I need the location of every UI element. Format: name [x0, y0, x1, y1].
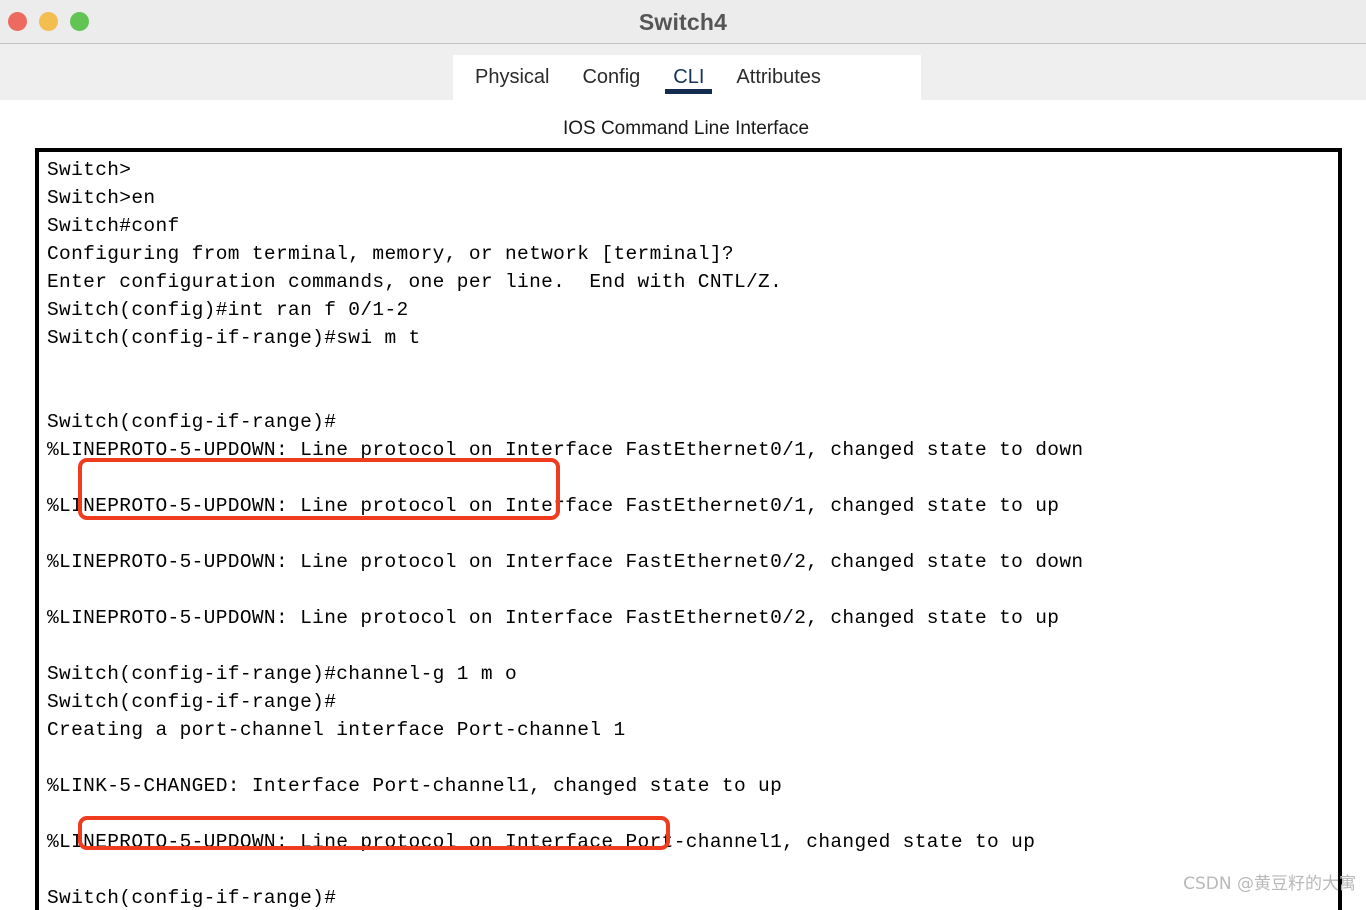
window-title: Switch4: [638, 9, 728, 35]
terminal-line: Switch(config-if-range)#: [47, 691, 337, 713]
tab-attributes[interactable]: Attributes: [736, 55, 820, 100]
terminal-line: Configuring from terminal, memory, or ne…: [47, 243, 734, 265]
watermark: CSDN @黄豆籽的大寓: [1183, 874, 1356, 894]
cli-heading: IOS Command Line Interface: [562, 118, 810, 139]
terminal-line: Switch(config)#int ran f 0/1-2: [47, 299, 409, 321]
cli-terminal[interactable]: Switch> Switch>en Switch#conf Configuring f…: [35, 148, 1342, 910]
terminal-line: %LINEPROTO-5-UPDOWN: Line protocol on In…: [47, 831, 1036, 853]
tab-bar: Physical Config CLI Attributes: [453, 55, 921, 100]
terminal-line: Switch(config-if-range)#: [47, 411, 337, 433]
terminal-line: %LINEPROTO-5-UPDOWN: Line protocol on In…: [47, 495, 1060, 517]
terminal-line: %LINK-5-CHANGED: Interface Port-channel1…: [47, 775, 783, 797]
terminal-line: Switch>: [47, 159, 132, 181]
window-titlebar: Switch4: [0, 0, 1366, 44]
terminal-line: Switch>en: [47, 187, 156, 209]
terminal-line: Switch(config-if-range)#swi m t: [47, 327, 421, 349]
terminal-line: Enter configuration commands, one per li…: [47, 271, 783, 293]
tab-cli[interactable]: CLI: [665, 55, 713, 100]
terminal-line: Creating a port-channel interface Port-c…: [47, 719, 626, 741]
terminal-line: Switch(config-if-range)#: [47, 887, 337, 909]
tab-physical[interactable]: Physical: [475, 55, 549, 100]
terminal-line: %LINEPROTO-5-UPDOWN: Line protocol on In…: [47, 439, 1084, 461]
cli-content-panel: IOS Command Line Interface Switch> Switch…: [10, 100, 1362, 910]
terminal-line: %LINEPROTO-5-UPDOWN: Line protocol on In…: [47, 607, 1060, 629]
terminal-line: Switch#conf: [47, 215, 180, 237]
terminal-line: %LINEPROTO-5-UPDOWN: Line protocol on In…: [47, 551, 1084, 573]
terminal-line: Switch(config-if-range)#channel-g 1 m o: [47, 663, 518, 685]
terminal-output: Switch> Switch>en Switch#conf Configuring f…: [47, 156, 1337, 910]
tab-config[interactable]: Config: [582, 55, 640, 100]
